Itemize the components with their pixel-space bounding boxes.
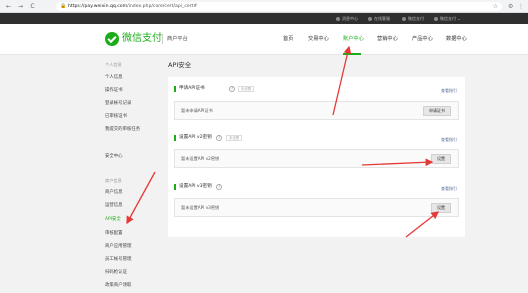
sidebar-item-reviewed-cert[interactable]: 已审核证书 xyxy=(105,113,127,121)
nav-products[interactable]: 产品中心 xyxy=(412,33,433,45)
set-v3-key-button[interactable]: 设置 xyxy=(431,203,451,213)
sidebar-group-merchant: 商户信息 xyxy=(105,178,122,183)
sidebar-item-policy[interactable]: 政策商户领取 xyxy=(105,282,131,290)
status-badge: 未设置 xyxy=(226,135,243,141)
url-domain: https://pay.weixin.qq.com xyxy=(68,4,128,9)
arrow-to-api-security xyxy=(126,171,156,225)
nav-data[interactable]: 数据中心 xyxy=(446,33,467,45)
sidebar-item-login-records[interactable]: 登录帐号记录 xyxy=(105,100,131,108)
service-icon xyxy=(368,17,372,21)
sidebar-item-review-config[interactable]: 审核配置 xyxy=(105,230,123,238)
sidebar-item-personal-info[interactable]: 个人信息 xyxy=(105,74,123,82)
help-icon[interactable]: ? xyxy=(229,86,235,92)
top-utility-bar: 消息中心 在线客服 微信支付 微信支付 ⌄ xyxy=(0,13,528,24)
logo-text[interactable]: 微信支付 xyxy=(122,32,162,46)
sidebar-item-my-tasks[interactable]: 我提交的审核任务 xyxy=(105,126,140,134)
sidebar-item-ops-info[interactable]: 运营信息 xyxy=(105,202,123,210)
guide-link[interactable]: 查看指引 xyxy=(441,136,457,144)
topbar-item-label: 微信支付 xyxy=(408,16,424,21)
nav-home[interactable]: 首页 xyxy=(283,33,293,45)
topbar-item-label: 微信支付 ⌄ xyxy=(440,16,461,21)
browser-toolbar: ← → C 🔒 https://pay.weixin.qq.com/index.… xyxy=(0,0,528,13)
v2-key-desc: 暂未设置API v2密钥 xyxy=(181,156,220,161)
page-title: API安全 xyxy=(168,61,192,69)
lock-icon: 🔒 xyxy=(60,3,67,9)
api-cert-desc: 暂未申请API证书 xyxy=(181,108,213,113)
topbar-item-label: 在线客服 xyxy=(374,16,390,21)
mail-icon xyxy=(336,17,340,21)
apply-cert-button[interactable]: 申请证书 xyxy=(423,106,451,116)
logo-divider xyxy=(162,34,163,44)
sidebar-item-merchant-info[interactable]: 商户信息 xyxy=(105,189,123,197)
extension-icon[interactable]: ⚙ xyxy=(508,2,513,11)
sidebar-item-staff-accounts[interactable]: 员工帐号管理 xyxy=(105,256,131,264)
url-path: /index.php/core/cert/api_cert# xyxy=(127,4,198,9)
v3-key-desc: 暂未设置API v3密钥 xyxy=(181,205,220,210)
bookmark-star-icon[interactable]: ☆ xyxy=(493,2,498,11)
account-dropdown[interactable]: 微信支付 ⌄ xyxy=(434,13,461,24)
forward-button[interactable]: → xyxy=(16,2,25,11)
address-bar[interactable]: 🔒 https://pay.weixin.qq.com/index.php/co… xyxy=(56,2,502,11)
v2-key-box: 暂未设置API v2密钥 设置 xyxy=(174,149,459,168)
status-badge: 未设置 xyxy=(238,86,255,92)
wechatpay-link[interactable]: 微信支付 xyxy=(402,13,424,24)
sidebar-item-api-security[interactable]: API安全 xyxy=(105,216,121,224)
sidebar-item-app-management[interactable]: 商户应用管理 xyxy=(105,243,131,251)
guide-link[interactable]: 查看指引 xyxy=(441,87,457,95)
set-v2-key-button[interactable]: 设置 xyxy=(431,154,451,164)
api-security-panel: 申请API证书 ? 未设置 查看指引 暂未申请API证书 申请证书 设置API … xyxy=(168,77,465,237)
sidebar-item-security-center[interactable]: 安全中心 xyxy=(105,153,123,161)
v3-key-box: 暂未设置API v3密钥 设置 xyxy=(174,198,459,217)
nav-marketing[interactable]: 营销中心 xyxy=(377,33,398,45)
nav-account[interactable]: 账户中心 xyxy=(343,33,364,45)
logo-subtitle: 商户平台 xyxy=(167,36,188,42)
help-icon[interactable]: ? xyxy=(216,184,222,190)
site-header: 微信支付 商户平台 首页 交易中心 账户中心 营销中心 产品中心 数据中心 xyxy=(0,24,528,55)
active-nav-indicator xyxy=(343,53,361,55)
wechatpay-logo-icon xyxy=(105,32,119,46)
online-service-link[interactable]: 在线客服 xyxy=(368,13,390,24)
section-title-v2-key: 设置API v2密钥 xyxy=(174,135,212,141)
guide-link[interactable]: 查看指引 xyxy=(441,185,457,193)
section-title-api-cert: 申请API证书 xyxy=(174,86,205,92)
topbar-item-label: 消息中心 xyxy=(342,16,358,21)
user-icon xyxy=(434,17,438,21)
back-button[interactable]: ← xyxy=(4,2,13,11)
sidebar-item-op-cert[interactable]: 操作证书 xyxy=(105,87,123,95)
api-cert-box: 暂未申请API证书 申请证书 xyxy=(174,101,459,120)
reload-button[interactable]: C xyxy=(28,2,37,11)
help-icon[interactable]: ? xyxy=(216,135,222,141)
message-center-link[interactable]: 消息中心 xyxy=(336,13,358,24)
wechat-icon xyxy=(402,17,406,21)
nav-transactions[interactable]: 交易中心 xyxy=(308,33,329,45)
sidebar-item-scanner-auth[interactable]: 扫码枪认证 xyxy=(105,269,127,277)
section-title-v3-key: 设置API v3密钥 xyxy=(174,184,212,190)
menu-icon[interactable]: ⋮ xyxy=(518,2,524,11)
url-text: https://pay.weixin.qq.com/index.php/core… xyxy=(68,2,197,11)
sidebar-group-personal: 个人信息 xyxy=(105,62,122,67)
